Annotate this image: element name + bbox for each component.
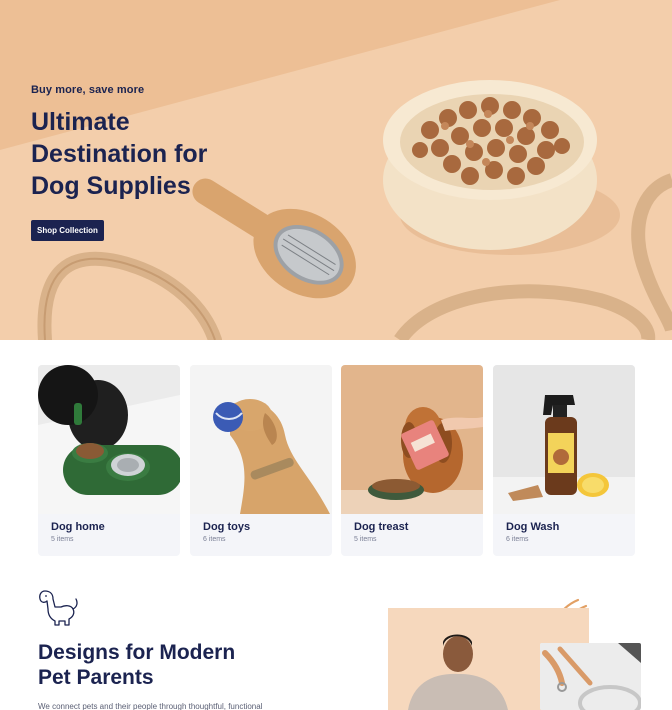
hero-title-line: Ultimate	[31, 108, 130, 136]
category-count: 5 items	[51, 536, 74, 543]
category-name: Dog treast	[354, 521, 409, 533]
category-card-dog-toys[interactable]: Dog toys 6 items	[190, 365, 332, 556]
section-title-line: Pet Parents	[38, 666, 154, 689]
category-card-dog-treats[interactable]: Dog treast 5 items	[341, 365, 483, 556]
dog-outline-icon	[39, 590, 78, 626]
category-count: 5 items	[354, 536, 377, 543]
section-title-line: Designs for Modern	[38, 641, 236, 664]
shop-collection-button[interactable]: Shop Collection	[31, 220, 104, 241]
hero-banner: Buy more, save more Ultimate Destination…	[0, 0, 672, 340]
category-image-dog-wash	[493, 365, 635, 514]
category-card-dog-home[interactable]: Dog home 5 items	[38, 365, 180, 556]
category-count: 6 items	[203, 536, 226, 543]
category-card-dog-wash[interactable]: Dog Wash 6 items	[493, 365, 635, 556]
section-description: We connect pets and their people through…	[38, 702, 263, 710]
category-image-dog-home	[38, 365, 180, 514]
category-name: Dog toys	[203, 521, 251, 533]
hero-eyebrow: Buy more, save more	[31, 84, 145, 96]
category-image-dog-toys	[190, 365, 332, 514]
hero-title-line: Destination for	[31, 140, 208, 168]
category-count: 6 items	[506, 536, 529, 543]
hero-title-line: Dog Supplies	[31, 172, 191, 200]
category-grid: Dog home 5 items Dog toys 6 items Dog tr…	[38, 365, 635, 556]
hero-copy: Buy more, save more Ultimate Destination…	[31, 84, 291, 202]
promo-image-leash	[540, 643, 641, 710]
category-image-dog-treats	[341, 365, 483, 514]
category-name: Dog Wash	[506, 521, 560, 533]
hero-title: Ultimate Destination for Dog Supplies	[31, 106, 291, 202]
section-title: Designs for Modern Pet Parents	[38, 640, 338, 690]
category-name: Dog home	[51, 521, 105, 533]
